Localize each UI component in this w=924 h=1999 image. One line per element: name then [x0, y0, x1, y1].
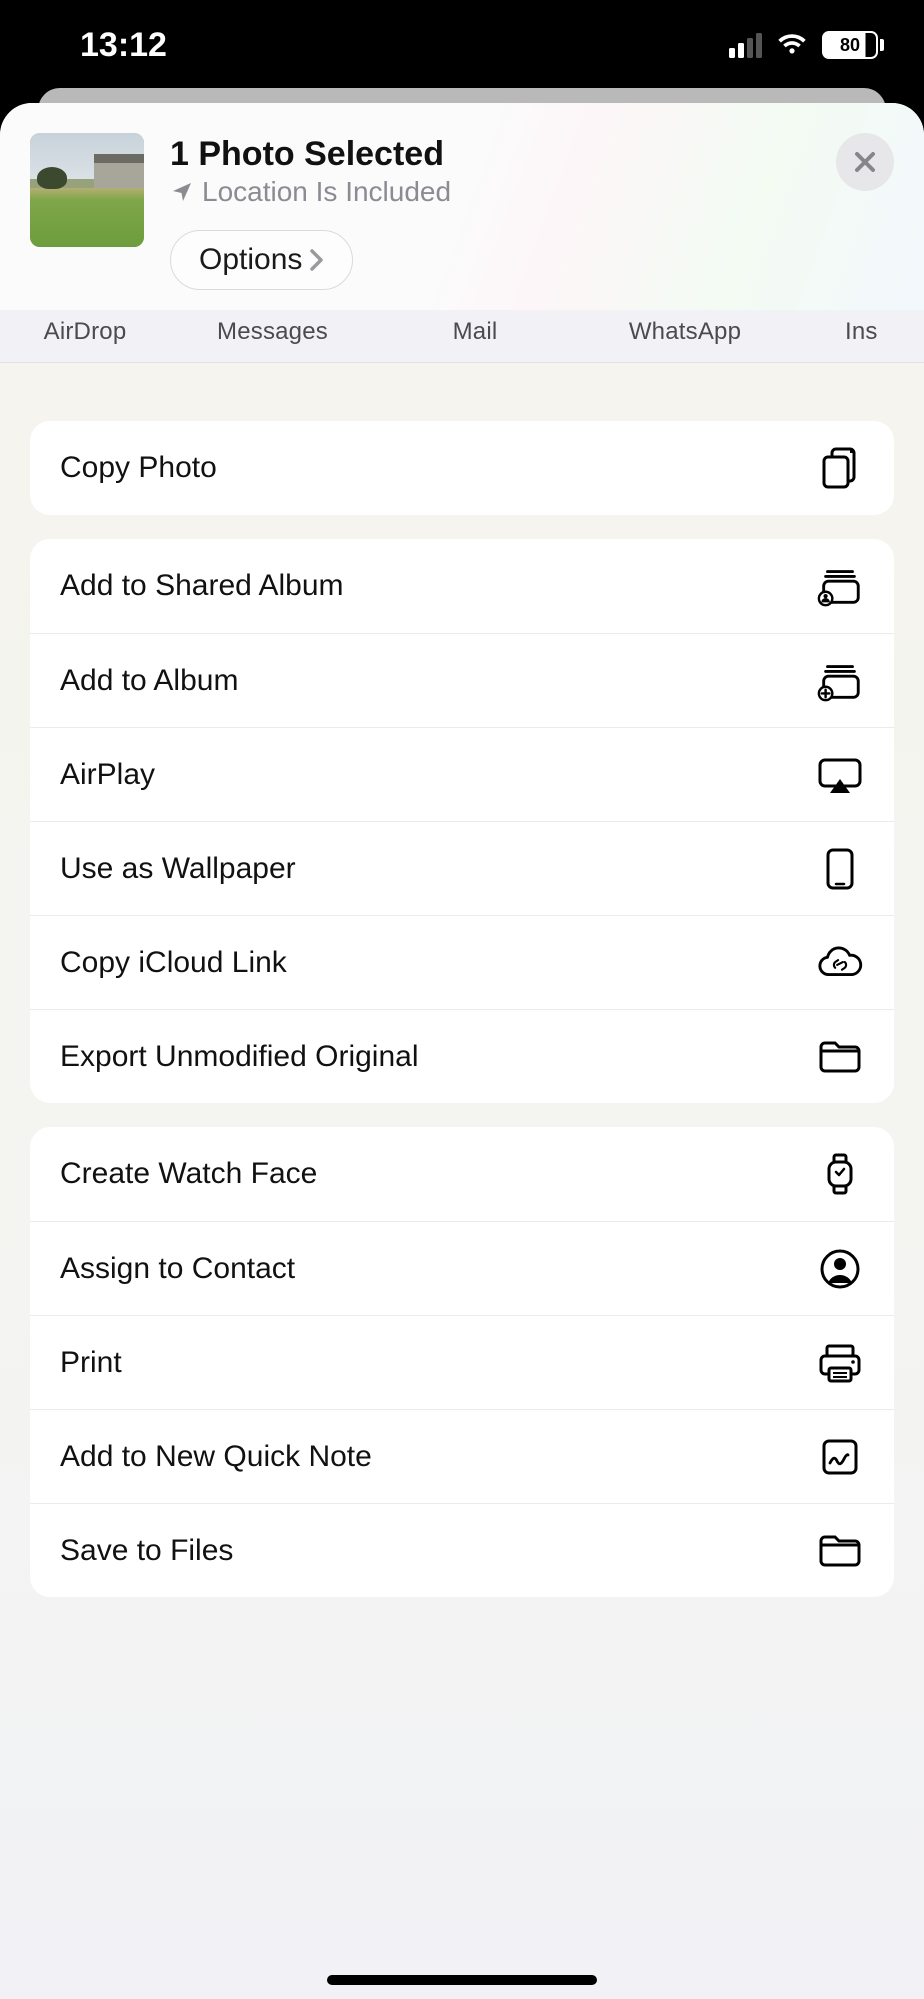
action-add-shared-album[interactable]: Add to Shared Album: [30, 539, 894, 633]
chevron-right-icon: [308, 248, 326, 272]
share-target-label: Mail: [453, 318, 498, 345]
printer-icon: [816, 1342, 864, 1384]
share-target-messages[interactable]: Messages: [170, 318, 375, 346]
action-save-files[interactable]: Save to Files: [30, 1503, 894, 1597]
options-button[interactable]: Options: [170, 230, 353, 290]
action-label: Assign to Contact: [60, 1252, 295, 1286]
sheet-title: 1 Photo Selected: [170, 135, 810, 174]
share-sheet: 1 Photo Selected Location Is Included Op…: [0, 103, 924, 1999]
action-label: Add to Shared Album: [60, 569, 344, 603]
phone-icon: [816, 847, 864, 891]
action-group: Copy Photo: [30, 421, 894, 515]
wifi-icon: [776, 33, 808, 57]
action-export-original[interactable]: Export Unmodified Original: [30, 1009, 894, 1103]
action-label: Print: [60, 1346, 122, 1380]
action-label: Save to Files: [60, 1534, 233, 1568]
cellular-signal-icon: [729, 32, 762, 58]
cloud-link-icon: [816, 945, 864, 981]
share-target-whatsapp[interactable]: WhatsApp: [575, 318, 795, 346]
action-watch-face[interactable]: Create Watch Face: [30, 1127, 894, 1221]
status-bar: 13:12 80: [0, 0, 924, 90]
watch-icon: [816, 1152, 864, 1196]
action-add-album[interactable]: Add to Album: [30, 633, 894, 727]
close-icon: [852, 149, 878, 175]
battery-icon: 80: [822, 31, 884, 59]
share-target-airdrop[interactable]: AirDrop: [0, 318, 170, 346]
action-print[interactable]: Print: [30, 1315, 894, 1409]
share-target-label: WhatsApp: [629, 318, 741, 345]
sheet-subtitle: Location Is Included: [170, 176, 810, 208]
action-group: Add to Shared Album Add to Album AirPlay…: [30, 539, 894, 1103]
sheet-header: 1 Photo Selected Location Is Included Op…: [0, 103, 924, 310]
photo-thumbnail[interactable]: [30, 133, 144, 247]
status-time: 13:12: [80, 26, 167, 65]
action-label: Copy Photo: [60, 451, 217, 485]
add-album-icon: [816, 660, 864, 702]
action-copy-photo[interactable]: Copy Photo: [30, 421, 894, 515]
action-label: Add to Album: [60, 664, 238, 698]
share-target-label: AirDrop: [44, 318, 127, 345]
actions-scroll[interactable]: Copy Photo Add to Shared Album Add to Al…: [0, 363, 924, 1999]
location-arrow-icon: [170, 180, 194, 204]
action-label: AirPlay: [60, 758, 155, 792]
action-quick-note[interactable]: Add to New Quick Note: [30, 1409, 894, 1503]
options-label: Options: [199, 243, 302, 277]
subtitle-text: Location Is Included: [202, 176, 451, 208]
action-label: Use as Wallpaper: [60, 852, 296, 886]
folder-icon: [816, 1039, 864, 1075]
share-target-label: Messages: [217, 318, 328, 345]
action-assign-contact[interactable]: Assign to Contact: [30, 1221, 894, 1315]
action-group: Create Watch Face Assign to Contact Prin…: [30, 1127, 894, 1597]
action-label: Add to New Quick Note: [60, 1440, 372, 1474]
action-icloud-link[interactable]: Copy iCloud Link: [30, 915, 894, 1009]
copy-icon: [816, 445, 864, 491]
share-target-mail[interactable]: Mail: [375, 318, 575, 346]
folder-icon: [816, 1533, 864, 1569]
action-label: Export Unmodified Original: [60, 1040, 419, 1074]
close-button[interactable]: [836, 133, 894, 191]
share-target-label: Ins: [845, 318, 878, 345]
action-label: Copy iCloud Link: [60, 946, 287, 980]
action-label: Create Watch Face: [60, 1157, 317, 1191]
contact-icon: [816, 1248, 864, 1290]
action-wallpaper[interactable]: Use as Wallpaper: [30, 821, 894, 915]
share-target-row[interactable]: AirDrop Messages Mail WhatsApp Ins: [0, 310, 924, 363]
battery-percent: 80: [840, 35, 860, 56]
airplay-icon: [816, 755, 864, 795]
shared-album-icon: [816, 565, 864, 607]
action-airplay[interactable]: AirPlay: [30, 727, 894, 821]
share-target-more[interactable]: Ins: [795, 318, 924, 346]
home-indicator[interactable]: [327, 1975, 597, 1985]
quick-note-icon: [816, 1436, 864, 1478]
status-indicators: 80: [729, 31, 884, 59]
